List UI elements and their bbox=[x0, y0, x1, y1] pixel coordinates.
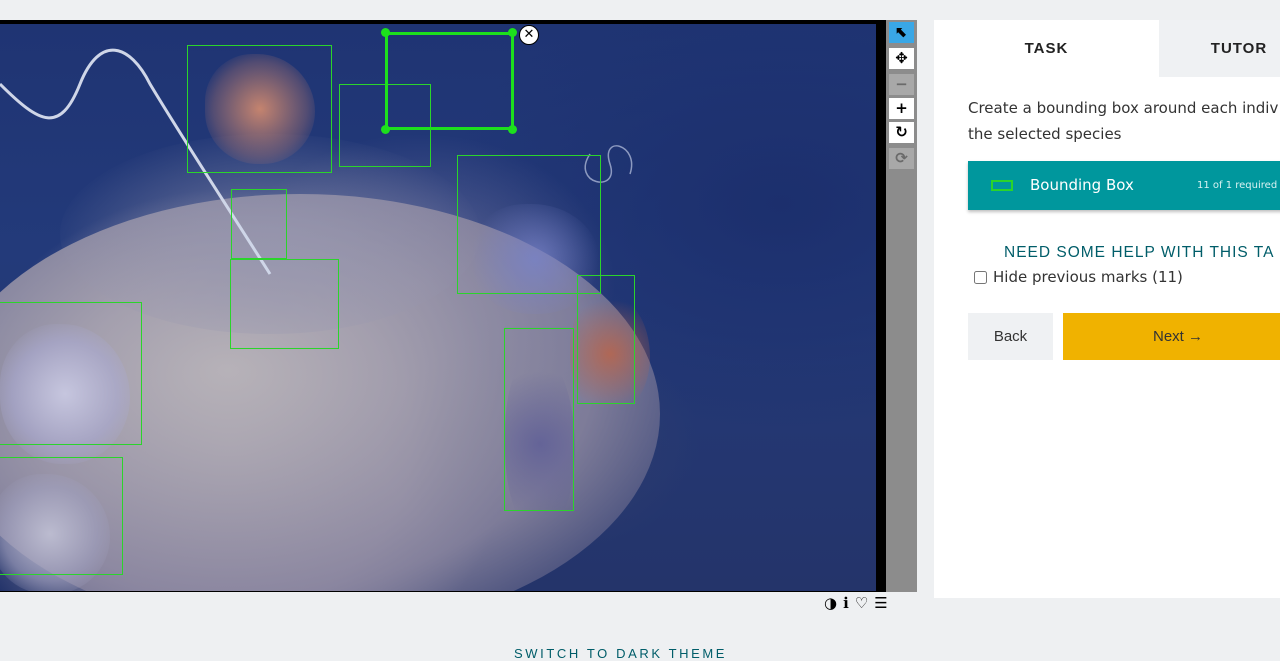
heart-icon[interactable]: ♡ bbox=[855, 594, 868, 614]
switch-theme-link[interactable]: SWITCH TO DARK THEME bbox=[514, 646, 727, 661]
move-icon[interactable]: ✥ bbox=[889, 48, 914, 69]
contrast-icon[interactable]: ◑ bbox=[824, 594, 837, 614]
resize-handle[interactable] bbox=[381, 125, 390, 134]
task-instruction: Create a bounding box around each indiv … bbox=[968, 95, 1280, 147]
hide-marks-checkbox[interactable] bbox=[974, 270, 987, 284]
back-button[interactable]: Back bbox=[968, 313, 1053, 360]
zoom-in-icon[interactable]: + bbox=[889, 98, 914, 119]
tab-tutorial[interactable]: TUTOR bbox=[1159, 20, 1280, 77]
subject-meta-icons: ◑ ℹ ♡ ☰ bbox=[824, 594, 888, 614]
instruction-line: Create a bounding box around each indiv bbox=[968, 99, 1279, 117]
zoom-out-icon[interactable]: − bbox=[889, 74, 914, 95]
next-button[interactable]: Next → bbox=[1063, 313, 1280, 360]
list-icon[interactable]: ☰ bbox=[874, 594, 887, 614]
bounding-box-tool[interactable]: Bounding Box 11 of 1 required bbox=[968, 161, 1280, 210]
bounding-box-mark[interactable] bbox=[577, 275, 635, 404]
bounding-box-swatch-icon bbox=[991, 180, 1013, 191]
rotate-icon[interactable]: ↻ bbox=[889, 122, 914, 143]
info-icon[interactable]: ℹ bbox=[843, 594, 849, 614]
tool-label: Bounding Box bbox=[1030, 176, 1134, 194]
selected-bounding-box[interactable] bbox=[385, 32, 514, 130]
hide-marks-label: Hide previous marks (11) bbox=[993, 268, 1183, 286]
hide-marks-toggle[interactable]: Hide previous marks (11) bbox=[974, 268, 1183, 286]
bounding-box-mark[interactable] bbox=[0, 457, 123, 575]
instruction-line: the selected species bbox=[968, 125, 1122, 143]
viewer-toolbar: ⬉ ✥ − + ↻ ⟳ bbox=[886, 20, 917, 592]
delete-mark-icon[interactable]: ✕ bbox=[519, 25, 539, 45]
resize-handle[interactable] bbox=[508, 125, 517, 134]
tool-count: 11 of 1 required bbox=[1197, 180, 1278, 191]
bounding-box-mark[interactable] bbox=[231, 189, 287, 259]
tab-task[interactable]: TASK bbox=[934, 20, 1159, 77]
reset-icon[interactable]: ⟳ bbox=[889, 148, 914, 169]
bounding-box-mark[interactable] bbox=[0, 302, 142, 445]
help-link[interactable]: NEED SOME HELP WITH THIS TA bbox=[1004, 244, 1274, 262]
pointer-icon[interactable]: ⬉ bbox=[889, 22, 914, 43]
subject-viewer[interactable]: ✕ bbox=[0, 20, 886, 592]
resize-handle[interactable] bbox=[508, 28, 517, 37]
resize-handle[interactable] bbox=[381, 28, 390, 37]
task-panel: TASK TUTOR Create a bounding box around … bbox=[934, 20, 1280, 598]
bounding-box-mark[interactable] bbox=[187, 45, 332, 173]
bounding-box-mark[interactable] bbox=[457, 155, 601, 294]
seafloor-image[interactable]: ✕ bbox=[0, 24, 876, 591]
bounding-box-mark[interactable] bbox=[230, 259, 339, 349]
bounding-box-mark[interactable] bbox=[504, 328, 574, 511]
